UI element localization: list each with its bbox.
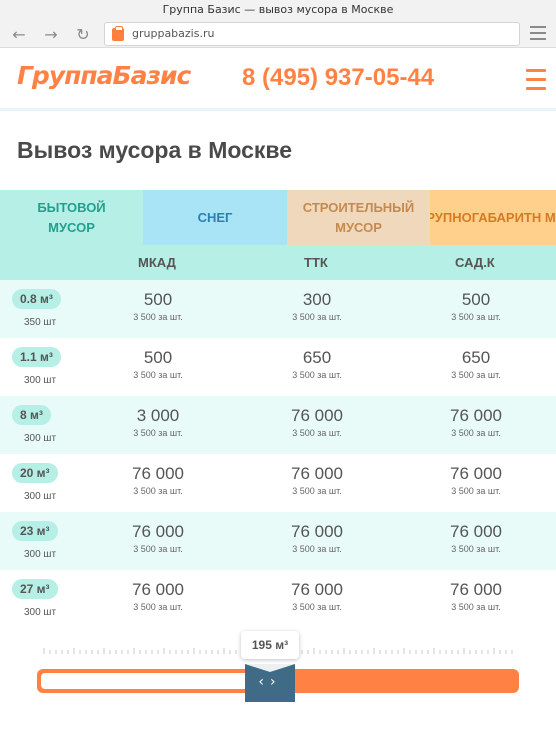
price-value: 500 [143,290,173,309]
price-per-unit: 3 500 за шт. [451,370,501,380]
price-value: 76 000 [450,580,502,599]
price-cell: 76 000 3 500 за шт. [257,405,377,440]
volume-slider-handle[interactable]: ‹› [245,664,295,702]
price-value: 650 [461,348,491,367]
volume-badge: 8 м³ [12,405,51,425]
table-row: 27 м³ 300 шт 76 000 3 500 за шт. 76 000 3 500… [0,570,556,628]
site-logo[interactable]: ГруппаБазис [17,61,191,90]
price-value: 76 000 [450,464,502,483]
browser-menu-icon[interactable] [530,26,546,40]
site-favicon-icon [112,26,124,41]
price-value: 76 000 [291,522,343,541]
price-value: 76 000 [291,406,343,425]
price-cell: 76 000 3 500 за шт. [98,579,218,614]
price-per-unit: 3 500 за шт. [133,486,183,496]
price-per-unit: 3 500 за шт. [292,428,342,438]
price-value: 300 [302,290,332,309]
price-cell: 500 3 500 за шт. [98,289,218,324]
table-row: 20 м³ 300 шт 76 000 3 500 за шт. 76 000 3 500… [0,454,556,512]
price-value: 500 [143,348,173,367]
table-row: 23 м³ 300 шт 76 000 3 500 за шт. 76 000 3 500… [0,512,556,570]
price-cell: 76 000 3 500 за шт. [416,405,536,440]
price-cell: 300 3 500 за шт. [257,289,377,324]
price-cell: 500 3 500 за шт. [416,289,536,324]
page-title: Вывоз мусора в Москве [17,137,293,163]
price-per-unit: 3 500 за шт. [133,312,183,322]
volume-badge: 0.8 м³ [12,289,61,309]
phone-number[interactable]: 8 (495) 937-05-44 [242,64,434,92]
forward-icon[interactable]: → [40,23,62,45]
left-right-arrows-icon: ‹› [258,674,282,690]
hamburger-menu-icon[interactable] [526,69,546,91]
slider-value-tooltip: 195 м³ [241,631,299,659]
price-cell: 500 3 500 за шт. [98,347,218,382]
price-value: 650 [302,348,332,367]
price-cell: 76 000 3 500 за шт. [416,463,536,498]
price-cell: 76 000 3 500 за шт. [98,521,218,556]
price-per-unit: 3 500 за шт. [292,544,342,554]
volume-badge: 23 м³ [12,521,58,541]
price-cell: 76 000 3 500 за шт. [257,521,377,556]
address-bar[interactable]: gruppabazis.ru [104,22,520,46]
site-header: ГруппаБазис 8 (495) 937-05-44 [0,49,556,111]
price-value: 76 000 [132,522,184,541]
table-row: 1.1 м³ 300 шт 500 3 500 за шт. 650 3 500 за ш… [0,338,556,396]
volume-count: 300 шт [23,549,57,560]
price-value: 76 000 [291,580,343,599]
tab-construction-waste[interactable]: СТРОИТЕЛЬНЫЙ МУСОР [287,190,430,245]
back-icon[interactable]: ← [8,23,30,45]
slider-unfilled-range [41,673,254,689]
price-per-unit: 3 500 за шт. [451,312,501,322]
price-cell: 76 000 3 500 за шт. [257,463,377,498]
price-cell: 76 000 3 500 за шт. [257,579,377,614]
price-per-unit: 3 500 за шт. [292,486,342,496]
price-cell: 76 000 3 500 за шт. [416,579,536,614]
price-cell: 76 000 3 500 за шт. [98,463,218,498]
price-per-unit: 3 500 за шт. [133,428,183,438]
waste-type-tabs: БЫТОВОЙ МУСОР СНЕГ СТРОИТЕЛЬНЫЙ МУСОР КР… [0,190,556,245]
volume-count: 300 шт [23,433,57,444]
price-per-unit: 3 500 за шт. [292,602,342,612]
price-cell: 650 3 500 за шт. [416,347,536,382]
tab-household-waste[interactable]: БЫТОВОЙ МУСОР [0,190,143,245]
price-value: 500 [461,290,491,309]
price-table-header: МКАД ТТК САД.К [0,245,556,280]
volume-badge: 1.1 м³ [12,347,61,367]
column-header-mkad: МКАД [138,255,176,270]
column-header-ttk: ТТК [304,255,328,270]
volume-badge: 20 м³ [12,463,58,483]
volume-count: 300 шт [23,607,57,618]
price-value: 76 000 [450,522,502,541]
reload-icon[interactable]: ↻ [72,23,94,45]
price-value: 76 000 [132,580,184,599]
price-per-unit: 3 500 за шт. [451,486,501,496]
volume-count: 300 шт [23,375,57,386]
tab-snow[interactable]: СНЕГ [143,190,287,245]
price-value: 76 000 [450,406,502,425]
price-cell: 650 3 500 за шт. [257,347,377,382]
volume-count: 350 шт [23,317,57,328]
price-per-unit: 3 500 за шт. [292,312,342,322]
price-value: 76 000 [132,464,184,483]
tab-bulky-waste[interactable]: КРУПНОГАБАРИТН МУСОР [430,190,556,245]
price-per-unit: 3 500 за шт. [451,544,501,554]
price-value: 76 000 [291,464,343,483]
price-per-unit: 3 500 за шт. [292,370,342,380]
volume-count: 300 шт [23,491,57,502]
price-per-unit: 3 500 за шт. [451,602,501,612]
address-url: gruppabazis.ru [132,27,215,40]
price-per-unit: 3 500 за шт. [451,428,501,438]
price-per-unit: 3 500 за шт. [133,602,183,612]
column-header-sad: САД.К [455,255,495,270]
price-per-unit: 3 500 за шт. [133,544,183,554]
price-per-unit: 3 500 за шт. [133,370,183,380]
browser-toolbar: ← → ↻ gruppabazis.ru [0,20,556,48]
price-cell: 3 000 3 500 за шт. [98,405,218,440]
table-row: 8 м³ 300 шт 3 000 3 500 за шт. 76 000 3 500 з… [0,396,556,454]
price-cell: 76 000 3 500 за шт. [416,521,536,556]
table-row: 0.8 м³ 350 шт 500 3 500 за шт. 300 3 500 за ш… [0,280,556,338]
volume-badge: 27 м³ [12,579,58,599]
price-value: 3 000 [136,406,180,425]
window-title: Группа Базис — вывоз мусора в Москве [0,0,556,20]
